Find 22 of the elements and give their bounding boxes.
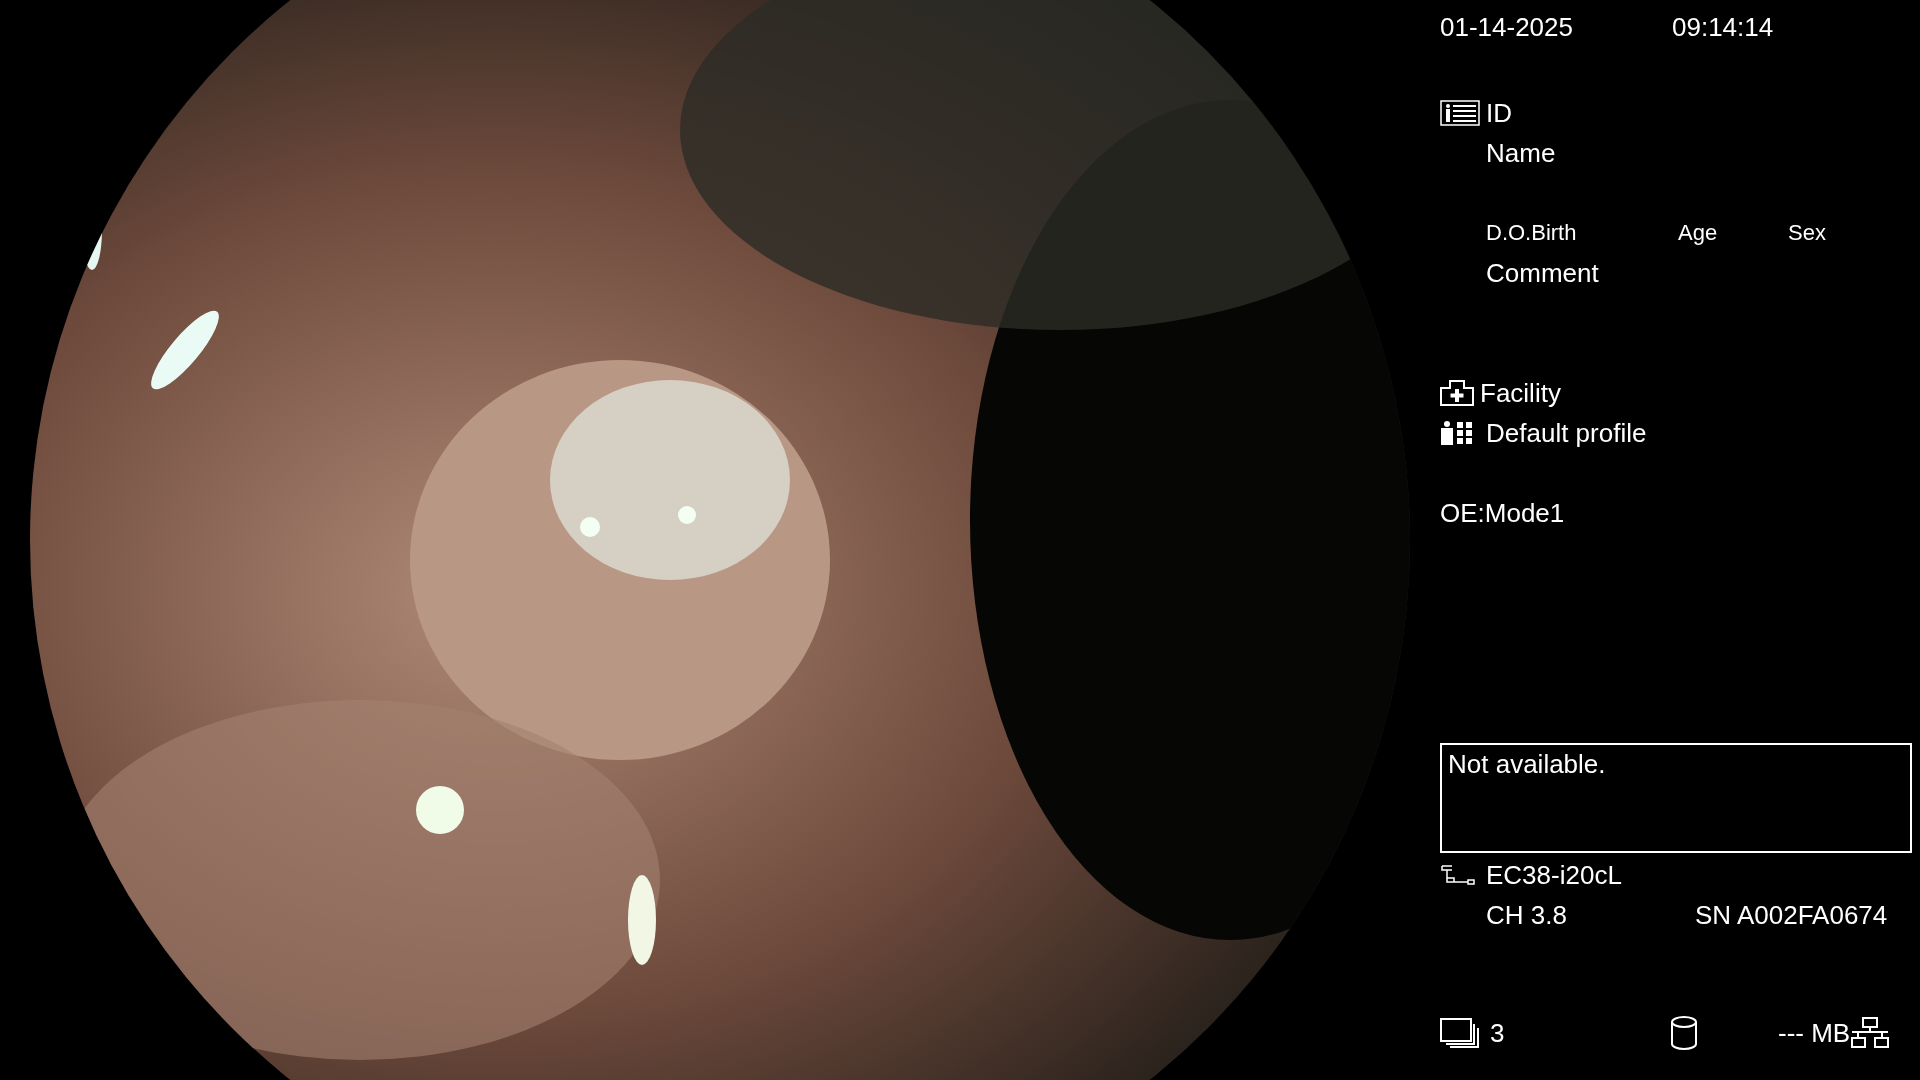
- comment-label: Comment: [1486, 257, 1599, 289]
- age-label: Age: [1678, 220, 1719, 246]
- date-text: 01-14-2025: [1440, 11, 1573, 43]
- storage-icon: [1670, 1016, 1698, 1050]
- images-icon: [1440, 1018, 1480, 1048]
- channel-text: CH 3.8: [1486, 899, 1568, 931]
- profile-label: Default profile: [1486, 417, 1647, 449]
- sex-label: Sex: [1788, 220, 1826, 246]
- hospital-icon: [1440, 380, 1474, 406]
- time-text: 09:14:14: [1672, 11, 1774, 43]
- image-count: 3: [1490, 1017, 1506, 1049]
- mode-text: OE:Mode1: [1440, 497, 1565, 529]
- scope-model: EC38-i20cL: [1486, 859, 1622, 891]
- facility-label: Facility: [1480, 377, 1561, 409]
- network-icon: [1850, 1017, 1891, 1049]
- id-card-icon: [1440, 100, 1480, 126]
- message-box: Not available.: [1440, 743, 1912, 853]
- birth-date-label: D.O.Birth: [1486, 220, 1578, 246]
- id-label: ID: [1486, 97, 1512, 129]
- serial-text: SN A002FA0674: [1695, 899, 1888, 931]
- name-label: Name: [1486, 137, 1556, 169]
- storage-text: --- MB: [1778, 1017, 1851, 1049]
